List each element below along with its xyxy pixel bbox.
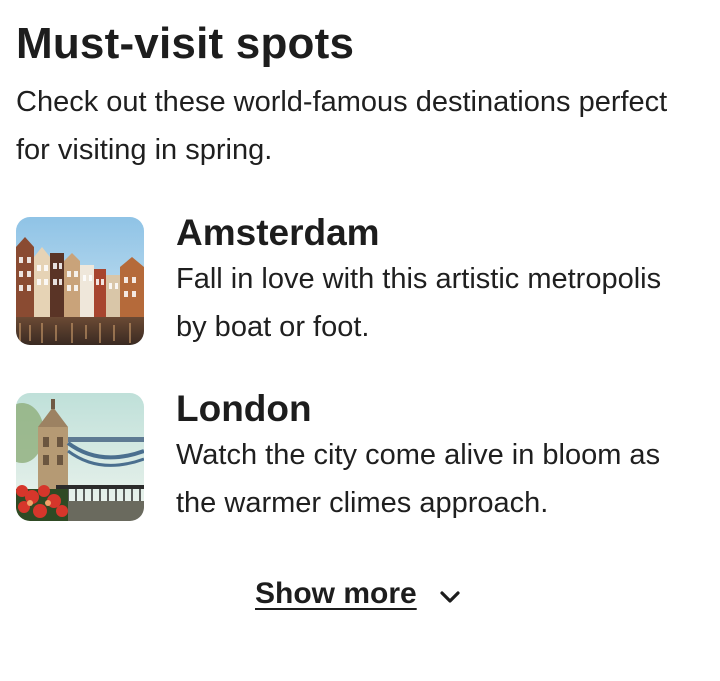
amsterdam-thumbnail: [16, 217, 144, 345]
section-title: Must-visit spots: [16, 19, 355, 68]
destination-description: Fall in love with this artistic metropol…: [176, 263, 662, 343]
destination-title: Amsterdam: [176, 212, 380, 253]
destination-description: Watch the city come alive in bloom as th…: [176, 439, 661, 519]
destination-card-london[interactable]: London Watch the city come alive in bloo…: [16, 389, 706, 523]
show-more-label: Show more: [255, 577, 417, 610]
section-subtitle: Check out these world-famous destination…: [16, 86, 668, 166]
chevron-down-icon: [437, 587, 463, 607]
destination-title: London: [176, 388, 312, 429]
london-thumbnail: [16, 393, 144, 521]
show-more-button[interactable]: Show more: [255, 574, 463, 614]
destination-card-amsterdam[interactable]: Amsterdam Fall in love with this artisti…: [16, 213, 706, 347]
